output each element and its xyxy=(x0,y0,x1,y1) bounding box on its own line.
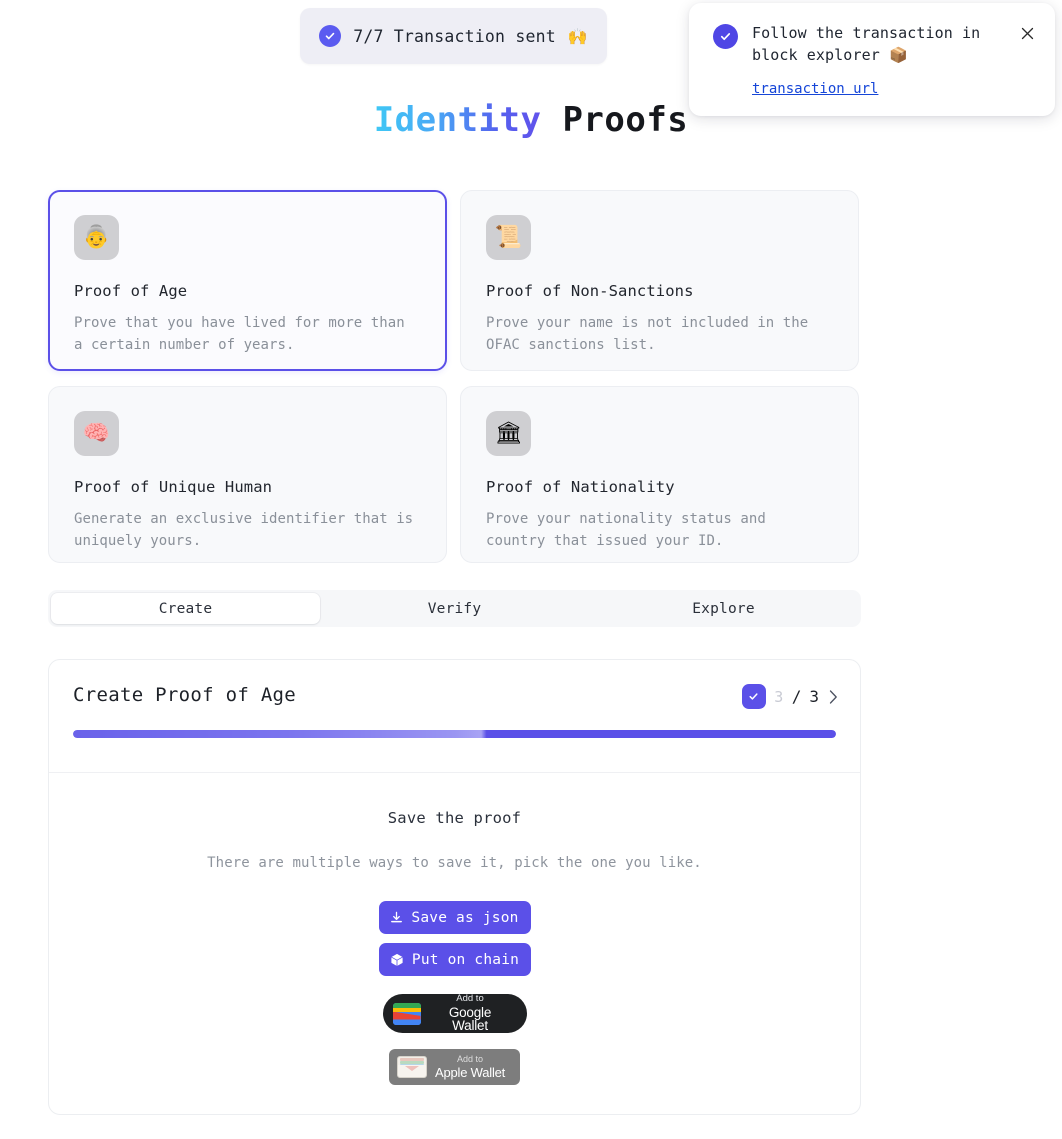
total-steps: 3 xyxy=(809,687,819,706)
transaction-url-link[interactable]: transaction url xyxy=(752,81,878,97)
proof-cards-row: 🧠 Proof of Unique Human Generate an excl… xyxy=(48,386,863,563)
check-circle-icon xyxy=(713,24,738,49)
apple-wallet-icon xyxy=(397,1056,427,1078)
proof-card-title: Proof of Age xyxy=(74,282,188,300)
proof-card-title: Proof of Nationality xyxy=(486,478,675,496)
save-as-json-button[interactable]: Save as json xyxy=(378,901,531,934)
tab-verify[interactable]: Verify xyxy=(320,593,589,624)
brain-emoji: 🧠 xyxy=(74,411,119,456)
panel-title: Create Proof of Age xyxy=(73,684,297,706)
mode-tabs: Create Verify Explore xyxy=(48,590,861,627)
proof-card-description: Prove your name is not included in the O… xyxy=(486,315,809,354)
step-indicator: 3 / 3 xyxy=(741,684,838,709)
scroll-emoji: 📜 xyxy=(486,215,531,260)
save-proof-subtext: There are multiple ways to save it, pick… xyxy=(207,855,702,871)
page-title-accent: Identity xyxy=(373,100,542,140)
raised-hands-emoji: 🙌 xyxy=(567,26,588,46)
chevron-right-icon[interactable] xyxy=(827,689,838,704)
proof-card-description: Prove that you have lived for more than … xyxy=(74,315,405,354)
page-title-plain: Proofs xyxy=(562,100,689,140)
panel-header: Create Proof of Age 3 / 3 xyxy=(49,660,860,773)
panel-body: Save the proof There are multiple ways t… xyxy=(49,773,860,1085)
apple-wallet-add-to: Add to xyxy=(457,1054,484,1064)
notification-body: Follow the transaction in block explorer… xyxy=(752,23,1003,100)
put-on-chain-label: Put on chain xyxy=(411,951,520,968)
classical-building-emoji: 🏛 xyxy=(486,411,531,456)
save-as-json-label: Save as json xyxy=(411,909,519,926)
transaction-sent-toast: 7/7 Transaction sent 🙌 xyxy=(300,8,607,64)
proof-card-description: Prove your nationality status and countr… xyxy=(486,511,766,550)
step-separator: / xyxy=(791,687,802,706)
tab-explore[interactable]: Explore xyxy=(589,593,858,624)
page-title: Identity Proofs xyxy=(0,100,1062,140)
tab-create[interactable]: Create xyxy=(51,593,320,624)
proof-card-age[interactable]: 👵 Proof of Age Prove that you have lived… xyxy=(48,190,447,371)
download-icon xyxy=(390,911,403,924)
toast-message: 7/7 Transaction sent xyxy=(353,26,556,46)
close-icon[interactable] xyxy=(1017,23,1037,43)
proof-card-title: Proof of Non-Sanctions xyxy=(486,282,694,300)
create-proof-panel: Create Proof of Age 3 / 3 Save the proof… xyxy=(48,659,861,1115)
progress-bar-fill xyxy=(73,730,836,738)
add-to-apple-wallet-button[interactable]: Add to Apple Wallet xyxy=(389,1049,520,1085)
google-wallet-add-to: Add to xyxy=(456,993,484,1005)
apple-wallet-label: Add to Apple Wallet xyxy=(435,1054,506,1080)
current-step-number: 3 xyxy=(774,687,784,706)
proof-cards-grid: 👵 Proof of Age Prove that you have lived… xyxy=(48,190,863,578)
check-circle-icon xyxy=(319,25,342,47)
proof-card-title: Proof of Unique Human xyxy=(74,478,273,496)
put-on-chain-button[interactable]: Put on chain xyxy=(378,943,531,976)
proof-card-description: Generate an exclusive identifier that is… xyxy=(74,511,414,550)
google-wallet-icon xyxy=(392,1002,421,1025)
add-to-google-wallet-button[interactable]: Add to Google Wallet xyxy=(382,994,527,1033)
notification-message: Follow the transaction in block explorer… xyxy=(752,24,981,64)
proof-cards-row: 👵 Proof of Age Prove that you have lived… xyxy=(48,190,863,371)
save-proof-heading: Save the proof xyxy=(387,809,522,827)
save-options: Save as json Put on chain Add to Google … xyxy=(49,901,860,1085)
google-wallet-name: Google Wallet xyxy=(448,1004,492,1034)
proof-card-nationality[interactable]: 🏛 Proof of Nationality Prove your nation… xyxy=(460,386,859,563)
proof-card-non-sanctions[interactable]: 📜 Proof of Non-Sanctions Prove your name… xyxy=(460,190,859,371)
google-wallet-label: Add to Google Wallet xyxy=(430,994,511,1033)
cube-icon xyxy=(390,953,404,967)
proof-card-unique-human[interactable]: 🧠 Proof of Unique Human Generate an excl… xyxy=(48,386,447,563)
progress-bar-track xyxy=(73,730,836,738)
older-person-emoji: 👵 xyxy=(74,215,119,260)
step-complete-badge[interactable] xyxy=(741,684,766,709)
apple-wallet-name: Apple Wallet xyxy=(435,1065,506,1080)
